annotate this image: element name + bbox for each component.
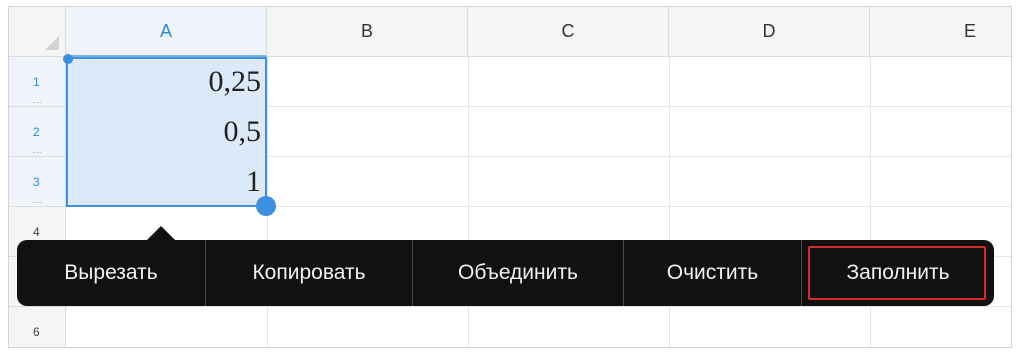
column-header-a[interactable]: A	[66, 7, 267, 57]
row-header-label: 4	[33, 224, 40, 239]
menu-item-copy[interactable]: Копировать	[206, 240, 412, 306]
context-menu-pointer	[146, 226, 176, 241]
cell-a3[interactable]: 1	[66, 165, 261, 199]
row-header-6[interactable]: 6	[9, 307, 66, 347]
menu-item-cut[interactable]: Вырезать	[17, 240, 205, 306]
row-header-label: 2	[33, 124, 40, 139]
corner-triangle-icon	[45, 36, 59, 50]
row-resize-grip[interactable]	[33, 152, 41, 155]
selection-start-handle[interactable]	[63, 54, 73, 64]
row-header-3[interactable]: 3	[9, 157, 66, 207]
column-header-d[interactable]: D	[669, 7, 870, 57]
menu-item-merge[interactable]: Объединить	[413, 240, 623, 306]
highlight-box	[808, 246, 986, 300]
menu-item-fill[interactable]: Заполнить	[802, 240, 994, 306]
context-menu: Вырезать Копировать Объединить Очистить …	[17, 240, 994, 306]
column-header-c[interactable]: C	[468, 7, 669, 57]
row-header-1[interactable]: 1	[9, 57, 66, 107]
column-header-b[interactable]: B	[267, 7, 468, 57]
selection-end-handle[interactable]	[256, 196, 276, 216]
row-header-label: 1	[33, 74, 40, 89]
row-header-label: 3	[33, 174, 40, 189]
cell-a2[interactable]: 0,5	[66, 115, 262, 149]
column-header-e[interactable]: E	[870, 7, 1011, 57]
select-all-corner[interactable]	[9, 7, 66, 57]
row-resize-grip[interactable]	[33, 202, 41, 205]
row-header-2[interactable]: 2	[9, 107, 66, 157]
row-resize-grip[interactable]	[33, 102, 41, 105]
grid-line	[66, 306, 1011, 307]
cell-a1[interactable]: 0,25	[66, 65, 262, 99]
menu-item-clear[interactable]: Очистить	[624, 240, 801, 306]
row-header-label: 6	[33, 324, 40, 339]
